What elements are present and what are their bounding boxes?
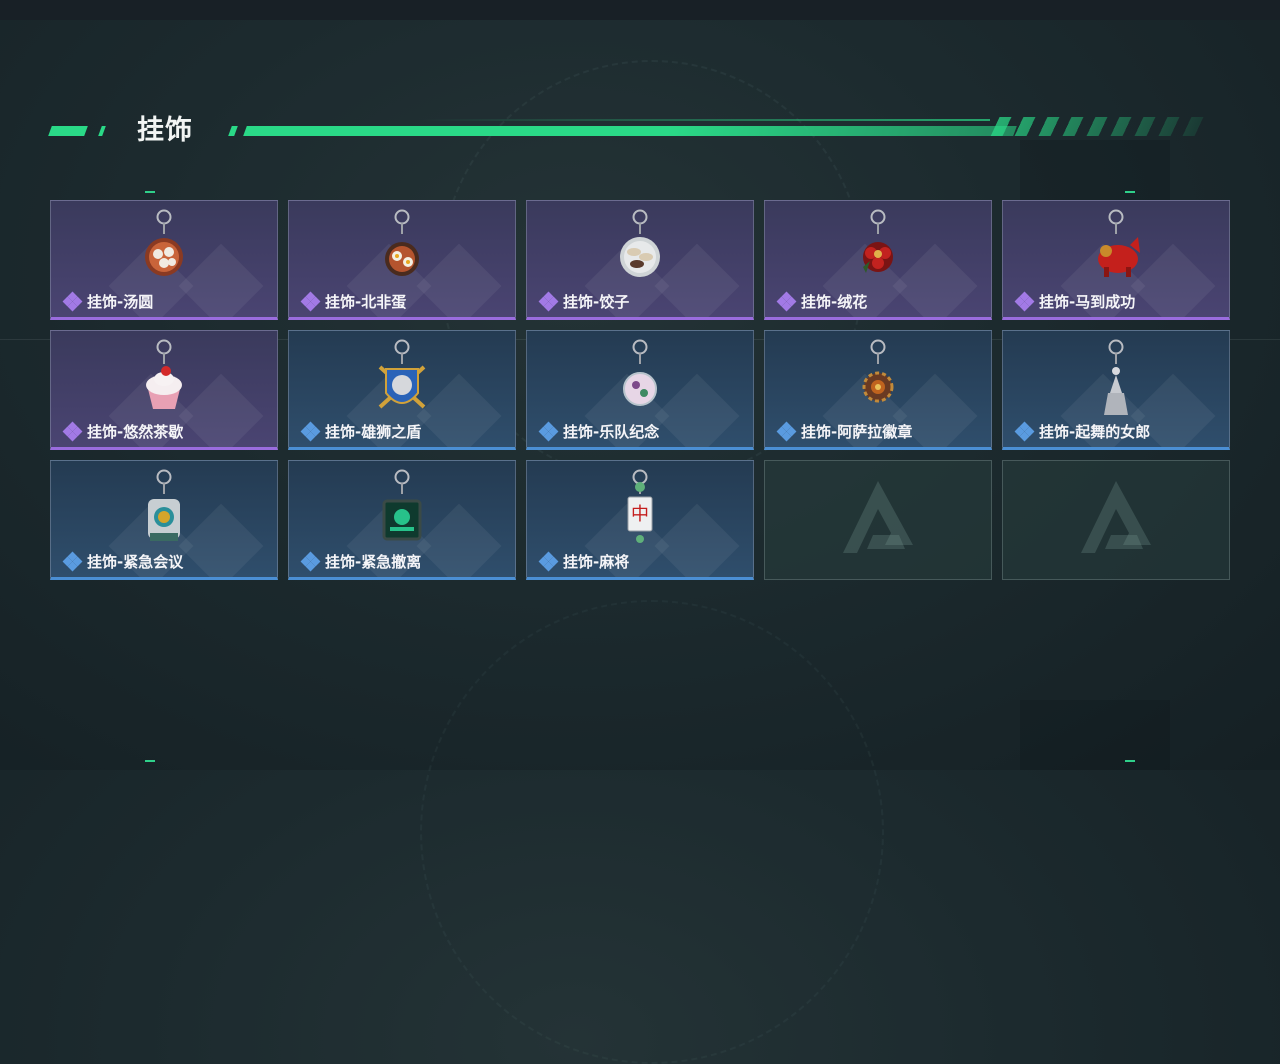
svg-text:中: 中 — [631, 504, 649, 525]
charm-card[interactable]: 挂饰-马到成功 — [1002, 200, 1230, 320]
charm-name: 挂饰-阿萨拉徽章 — [801, 423, 913, 441]
velvet-flower-charm-icon — [848, 207, 908, 295]
top-bar — [0, 0, 1280, 20]
charm-label: 挂饰-汤圆 — [62, 291, 154, 312]
charm-label: 挂饰-阿萨拉徽章 — [776, 421, 913, 442]
evacuation-charm-icon — [372, 467, 432, 555]
charm-label: 挂饰-乐队纪念 — [538, 421, 660, 442]
dancer-charm-icon — [1086, 337, 1146, 425]
charm-card[interactable]: 挂饰-饺子 — [526, 200, 754, 320]
charm-name: 挂饰-雄狮之盾 — [325, 423, 422, 441]
charm-card[interactable]: 挂饰-起舞的女郎 — [1002, 330, 1230, 450]
rarity-gem-icon — [776, 291, 797, 312]
game-logo-icon — [833, 473, 923, 567]
band-badge-charm-icon — [610, 337, 670, 425]
charm-label: 挂饰-雄狮之盾 — [300, 421, 422, 442]
charm-label: 挂饰-紧急会议 — [62, 551, 184, 572]
corner-tick — [1125, 191, 1135, 193]
game-logo-icon — [1071, 473, 1161, 567]
charm-card[interactable]: 挂饰-汤圆 — [50, 200, 278, 320]
corner-tick — [145, 191, 155, 193]
charm-card[interactable]: 挂饰-悠然茶歇 — [50, 330, 278, 450]
corner-tick — [1125, 760, 1135, 762]
header-accent — [98, 126, 106, 136]
header-thin-line — [420, 119, 990, 121]
charm-card[interactable]: 挂饰-乐队纪念 — [526, 330, 754, 450]
header-bar — [243, 126, 1017, 136]
horse-charm-icon — [1086, 207, 1146, 295]
header-checker-pattern — [990, 117, 1205, 136]
charm-card[interactable]: 挂饰-北非蛋 — [288, 200, 516, 320]
rarity-gem-icon — [538, 421, 559, 442]
rarity-gem-icon — [300, 551, 321, 572]
mahjong-charm-icon: 中 — [610, 467, 670, 555]
charm-card[interactable]: 挂饰-紧急会议 — [50, 460, 278, 580]
charm-card[interactable]: 挂饰-紧急撤离 — [288, 460, 516, 580]
section-title: 挂饰 — [137, 115, 193, 146]
charm-name: 挂饰-麻将 — [563, 553, 630, 571]
cupcake-charm-icon — [134, 337, 194, 425]
charm-label: 挂饰-绒花 — [776, 291, 868, 312]
charm-name: 挂饰-起舞的女郎 — [1039, 423, 1151, 441]
dumpling-charm-icon — [610, 207, 670, 295]
charm-card[interactable]: 中挂饰-麻将 — [526, 460, 754, 580]
rarity-gem-icon — [300, 421, 321, 442]
charm-name: 挂饰-汤圆 — [87, 293, 154, 311]
charm-card[interactable]: 挂饰-雄狮之盾 — [288, 330, 516, 450]
charm-label: 挂饰-麻将 — [538, 551, 630, 572]
rarity-gem-icon — [538, 551, 559, 572]
lion-shield-charm-icon — [372, 337, 432, 425]
rarity-gem-icon — [300, 291, 321, 312]
header-accent — [48, 126, 88, 136]
asala-emblem-charm-icon — [848, 337, 908, 425]
charm-name: 挂饰-北非蛋 — [325, 293, 407, 311]
rarity-gem-icon — [776, 421, 797, 442]
shakshuka-charm-icon — [372, 207, 432, 295]
charm-name: 挂饰-紧急会议 — [87, 553, 184, 571]
charm-name: 挂饰-饺子 — [563, 293, 630, 311]
empty-slot[interactable] — [1002, 460, 1230, 580]
charm-label: 挂饰-马到成功 — [1014, 291, 1136, 312]
corner-tick — [145, 760, 155, 762]
rarity-gem-icon — [538, 291, 559, 312]
charm-name: 挂饰-乐队纪念 — [563, 423, 660, 441]
rarity-gem-icon — [1014, 421, 1035, 442]
rarity-gem-icon — [1014, 291, 1035, 312]
charm-name: 挂饰-紧急撤离 — [325, 553, 422, 571]
header-accent — [228, 126, 238, 136]
charm-name: 挂饰-悠然茶歇 — [87, 423, 184, 441]
charm-card[interactable]: 挂饰-绒花 — [764, 200, 992, 320]
background-shape — [1020, 700, 1170, 770]
charm-label: 挂饰-紧急撤离 — [300, 551, 422, 572]
charm-label: 挂饰-起舞的女郎 — [1014, 421, 1151, 442]
rarity-gem-icon — [62, 551, 83, 572]
tangyuan-charm-icon — [134, 207, 194, 295]
charm-label: 挂饰-北非蛋 — [300, 291, 407, 312]
charm-grid: 挂饰-汤圆 挂饰-北非蛋 挂饰-饺子 挂饰-绒花 挂饰-马到成功挂饰-悠然茶歇 挂饰-雄狮… — [50, 200, 1230, 580]
charm-name: 挂饰-绒花 — [801, 293, 868, 311]
emergency-meeting-charm-icon — [134, 467, 194, 555]
charm-label: 挂饰-悠然茶歇 — [62, 421, 184, 442]
rarity-gem-icon — [62, 291, 83, 312]
charm-name: 挂饰-马到成功 — [1039, 293, 1136, 311]
charm-label: 挂饰-饺子 — [538, 291, 630, 312]
charm-card[interactable]: 挂饰-阿萨拉徽章 — [764, 330, 992, 450]
rarity-gem-icon — [62, 421, 83, 442]
background-ring — [420, 600, 884, 1064]
empty-slot[interactable] — [764, 460, 992, 580]
